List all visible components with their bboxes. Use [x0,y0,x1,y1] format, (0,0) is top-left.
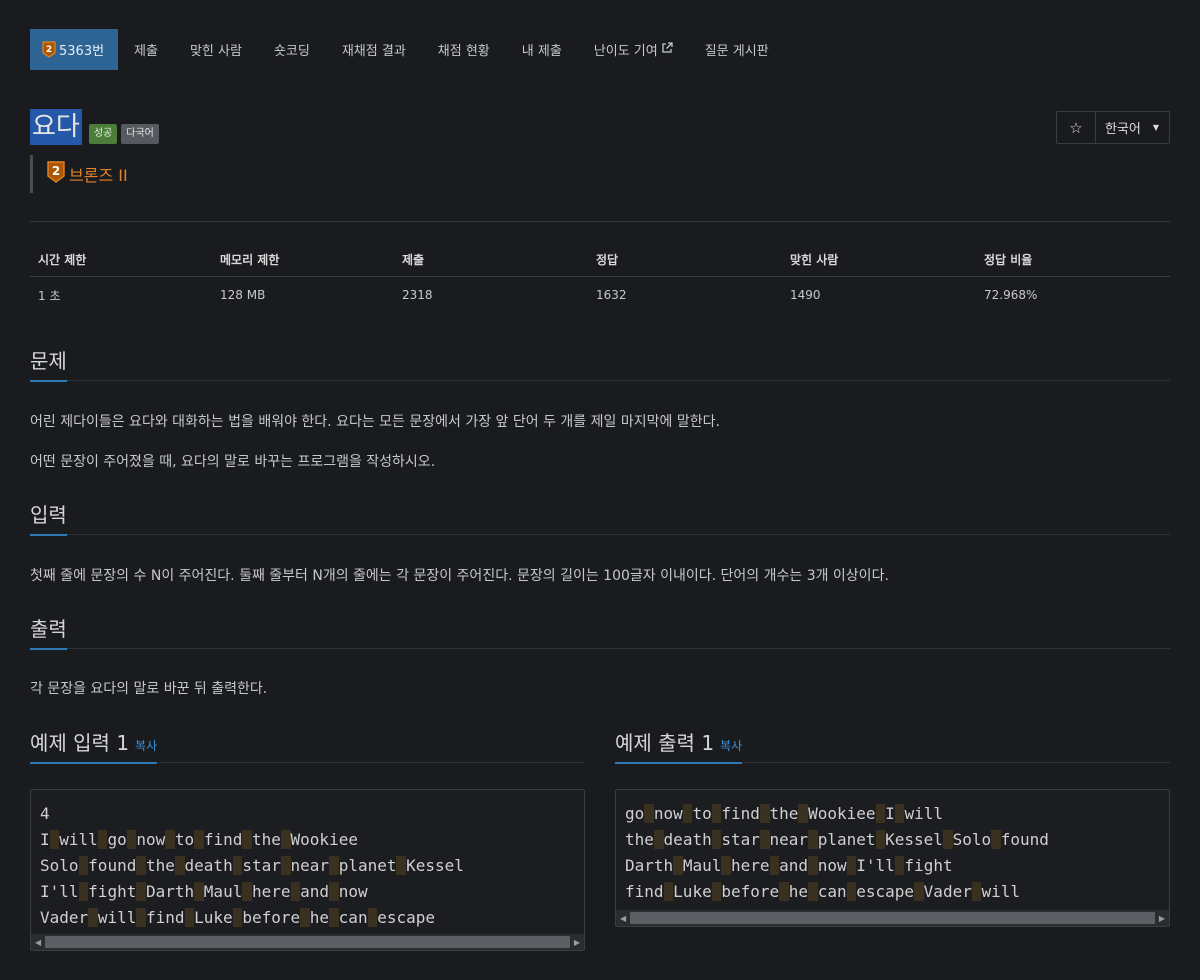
nav-submit[interactable]: 제출 [118,29,174,70]
table-cell: 128 MB [220,288,266,302]
table-header-cell: 정답 [596,253,619,267]
title-controls: ☆ 한국어 ▼ [1055,111,1170,144]
table-cell: 2318 [402,288,433,302]
sample-input-title: 예제 입력 1 [30,731,130,755]
scroll-left-icon[interactable]: ◀ [35,938,41,947]
tier-label[interactable]: 브론즈 II [69,162,128,186]
table-row: 1 초 128 MB 2318 1632 1490 72.968% [30,277,1170,313]
bronze-tier-icon: 2 [47,161,65,187]
table-cell: 72.968% [984,288,1038,302]
copy-output-button[interactable]: 복사 [720,739,742,753]
star-button[interactable]: ☆ [1057,112,1096,143]
scroll-right-icon[interactable]: ▶ [1159,914,1165,923]
sample-input-line: 4 [40,804,50,823]
bronze-tier-icon: 2 [42,41,56,58]
sample-input-box[interactable]: 4 I will go now to find the Wookiee Solo f… [30,789,585,951]
table-cell: 1490 [790,288,821,302]
table-header-cell: 메모리 제한 [220,253,280,267]
sample-input-text: 4 I will go now to find the Wookiee Solo f… [31,790,584,939]
problem-info-table: 시간 제한 메모리 제한 제출 정답 맞힌 사람 정답 비율 1 초 128 M… [30,243,1170,313]
nav-difficulty-label: 난이도 기여 [593,44,658,59]
scrollbar-thumb[interactable] [630,912,1155,924]
problem-tier: 2 브론즈 II [30,155,128,193]
table-header-cell: 시간 제한 [38,253,87,267]
nav-short-coding[interactable]: 숏코딩 [258,29,326,70]
nav-judge-status[interactable]: 채점 현황 [422,29,506,70]
status-badge-success: 성공 [88,124,118,144]
section-title: 문제 [30,345,67,382]
section-title: 입력 [30,499,67,536]
external-link-icon [661,42,673,57]
nav-question-board[interactable]: 질문 게시판 [689,29,785,70]
language-select-value: 한국어 [1104,122,1141,137]
table-header-row: 시간 제한 메모리 제한 제출 정답 맞힌 사람 정답 비율 [30,243,1170,277]
problem-description: 어떤 문장이 주어졌을 때, 요다의 말로 바꾸는 프로그램을 작성하시오. [30,454,436,470]
language-select[interactable]: 한국어 ▼ [1096,112,1169,143]
nav-my-submissions[interactable]: 내 제출 [506,29,578,70]
section-title: 출력 [30,613,67,650]
badge-multilingual: 다국어 [121,124,159,144]
problem-title-row: 요다 성공 다국어 [30,109,159,145]
input-description: 첫째 줄에 문장의 수 N이 주어진다. 둘째 줄부터 N개의 줄에는 각 문장… [30,568,889,584]
tier-badge-number: 2 [46,45,52,55]
caret-down-icon: ▼ [1152,123,1159,132]
nav-rejudge-result[interactable]: 재채점 결과 [326,29,422,70]
sample-output-text: go now to find the Wookiee I will the dea… [616,790,1169,913]
section-title: 예제 출력 1 복사 [615,727,743,764]
problem-description: 어린 제다이들은 요다와 대화하는 법을 배워야 한다. 요다는 모든 문장에서… [30,414,720,430]
sample-input-line: Vader will find Luke before he can escap… [40,908,436,927]
nav-difficulty-contribution[interactable]: 난이도 기여 [578,29,689,70]
copy-input-button[interactable]: 복사 [135,739,157,753]
input-section-header: 입력 [30,499,1170,536]
scroll-left-icon[interactable]: ◀ [620,914,626,923]
problem-page: 2 5363번 제출 맞힌 사람 숏코딩 재채점 결과 채점 현황 내 제출 난… [0,0,1200,980]
sample-output-box[interactable]: go now to find the Wookiee I will the dea… [615,789,1170,927]
table-cell: 1632 [596,288,627,302]
sample-output-title: 예제 출력 1 [615,731,715,755]
section-title: 예제 입력 1 복사 [30,727,158,764]
problem-menu: 2 5363번 제출 맞힌 사람 숏코딩 재채점 결과 채점 현황 내 제출 난… [30,29,785,70]
sample-input-line: Solo found the death star near planet Ke… [40,856,464,875]
nav-solved-users[interactable]: 맞힌 사람 [174,29,258,70]
output-description: 각 문장을 요다의 말로 바꾼 뒤 출력한다. [30,681,268,697]
problem-section-header: 문제 [30,345,1170,382]
sample-output-line: go now to find the Wookiee I will [625,804,943,823]
table-header-cell: 정답 비율 [984,253,1033,267]
scroll-right-icon[interactable]: ▶ [574,938,580,947]
divider [30,221,1170,222]
sample-output-line: Darth Maul here and now I'll fight [625,856,953,875]
table-cell: 1 초 [38,288,61,303]
problem-title: 요다 [30,109,82,145]
sample-input-line: I will go now to find the Wookiee [40,830,358,849]
sample-input-line: I'll fight Darth Maul here and now [40,882,368,901]
horizontal-scrollbar[interactable]: ◀ ▶ [31,934,584,950]
scrollbar-thumb[interactable] [45,936,570,948]
nav-problem-number[interactable]: 2 5363번 [30,29,119,70]
table-header-cell: 맞힌 사람 [790,253,839,267]
nav-problem-number-label: 5363번 [59,44,105,59]
table-header-cell: 제출 [402,253,425,267]
output-section-header: 출력 [30,613,1170,650]
sample-output-line: find Luke before he can escape Vader wil… [625,882,1021,901]
sample-input-header: 예제 입력 1 복사 [30,727,585,764]
sample-output-header: 예제 출력 1 복사 [615,727,1170,764]
tier-level-number: 2 [52,164,60,178]
sample-output-line: the death star near planet Kessel Solo f… [625,830,1049,849]
horizontal-scrollbar[interactable]: ◀ ▶ [616,910,1169,926]
star-icon: ☆ [1069,118,1083,137]
